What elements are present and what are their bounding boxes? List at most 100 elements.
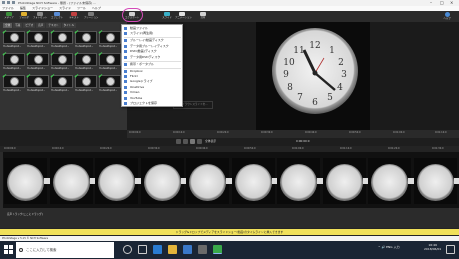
slide-thumbnail bbox=[52, 164, 90, 201]
export-menu-item[interactable]: Dropbox bbox=[122, 69, 183, 74]
timeline-slide[interactable] bbox=[140, 158, 187, 204]
toolbar-share-button[interactable]: 共有 bbox=[196, 11, 210, 22]
menu-item-icon bbox=[124, 85, 127, 89]
undo-icon[interactable] bbox=[12, 1, 15, 4]
transition-icon[interactable] bbox=[453, 178, 459, 184]
menu-tools[interactable]: ツール bbox=[77, 6, 86, 10]
view-mode-label[interactable]: 全体表示 bbox=[205, 139, 216, 143]
media-thumbnail[interactable]: ✔ bbox=[98, 74, 121, 88]
export-menu-item[interactable]: YouTube bbox=[122, 96, 183, 101]
system-tray[interactable]: ^ 🔊 ENG 入力 bbox=[378, 245, 400, 249]
edge-icon[interactable] bbox=[153, 245, 162, 254]
checkmark-icon: ✔ bbox=[50, 51, 56, 58]
toolbar-slide-button[interactable]: スライド bbox=[160, 11, 174, 22]
menu-file[interactable]: ファイル bbox=[2, 6, 14, 10]
media-thumbnail[interactable]: ✔ bbox=[74, 29, 97, 44]
explorer-icon[interactable] bbox=[168, 245, 177, 254]
export-menu-item[interactable]: 携帯・ポータブル bbox=[122, 62, 183, 67]
menu-item-icon bbox=[124, 96, 127, 100]
play-icon[interactable] bbox=[190, 139, 195, 144]
media-thumbnail[interactable]: ✔ bbox=[50, 51, 73, 66]
slide-thumbnail bbox=[325, 164, 363, 201]
export-menu-item[interactable]: ブルーレイ/動画ディスク bbox=[122, 38, 183, 43]
checkmark-icon: ✔ bbox=[74, 29, 80, 36]
taskbar-search-input[interactable]: ここに入力して検索 bbox=[16, 242, 114, 258]
timeline-slide[interactable] bbox=[322, 158, 369, 204]
toolbar-animation-button[interactable]: アニメーション bbox=[175, 11, 192, 22]
menu-slideshow[interactable]: スライドショー bbox=[32, 6, 53, 10]
timeline-slide[interactable] bbox=[413, 158, 459, 204]
tab-all[interactable]: 全体 bbox=[3, 23, 13, 28]
slide-thumbnail bbox=[143, 164, 181, 201]
menu-edit[interactable]: 編集 bbox=[20, 6, 26, 10]
taskbar-clock[interactable]: 16:49 2018/06/01 bbox=[424, 243, 441, 251]
tab-text[interactable]: テキスト bbox=[46, 23, 61, 28]
export-menu-item[interactable]: Vimeo bbox=[122, 90, 183, 95]
export-menu-item[interactable]: DVD(動画)ディスク bbox=[122, 49, 183, 54]
timeline-slide[interactable] bbox=[231, 158, 278, 204]
toolbar-folder-button[interactable]: フォルダ bbox=[17, 11, 31, 22]
next-icon[interactable] bbox=[197, 139, 202, 144]
menu-item-label: スライド(再生用) bbox=[130, 31, 154, 36]
audio-track-label[interactable]: 音声トラック(ここにドラッグ) bbox=[7, 212, 43, 216]
thumbnail-caption: Yo-desktopo2... bbox=[51, 67, 70, 70]
save-icon[interactable] bbox=[7, 1, 10, 4]
media-thumbnail[interactable]: ✔ bbox=[2, 74, 25, 88]
timeline-slide[interactable] bbox=[4, 158, 50, 204]
thumbnail-image bbox=[106, 55, 115, 64]
media-thumbnail[interactable]: ✔ bbox=[50, 74, 73, 88]
checkmark-icon: ✔ bbox=[74, 51, 80, 58]
export-menu-item[interactable]: OneDrive bbox=[122, 85, 183, 90]
timeline-slide[interactable] bbox=[186, 158, 232, 204]
tab-video[interactable]: ビデオ bbox=[23, 23, 36, 28]
cortana-icon[interactable] bbox=[123, 245, 132, 254]
tab-photos[interactable]: 写真 bbox=[13, 23, 23, 28]
timeline-slide[interactable] bbox=[95, 158, 141, 204]
store-icon[interactable] bbox=[183, 245, 192, 254]
timeline-slide[interactable] bbox=[277, 158, 323, 204]
previous-icon[interactable] bbox=[183, 139, 188, 144]
toolbar-narration-button[interactable]: ナレーション bbox=[84, 11, 98, 22]
svg-text:10: 10 bbox=[283, 58, 295, 68]
svg-text:3: 3 bbox=[341, 70, 347, 80]
preview-scrub-bar[interactable]: 0:00:00.0 0:00:10.0 0:00:20.0 0:00:30.0 … bbox=[127, 130, 459, 138]
media-thumbnail[interactable]: ✔ bbox=[98, 29, 121, 44]
checkmark-icon: ✔ bbox=[98, 29, 104, 36]
toolbar-media-button[interactable]: メディア bbox=[2, 11, 16, 22]
export-menu-item[interactable]: データ用DVDディスク bbox=[122, 55, 183, 60]
export-menu-item[interactable]: Googleドライブ bbox=[122, 79, 183, 84]
app-icon-taskbar[interactable] bbox=[198, 245, 207, 254]
media-thumbnail[interactable]: ✔ bbox=[26, 74, 49, 88]
media-thumbnail[interactable]: ✔ bbox=[50, 30, 73, 44]
export-menu-item[interactable]: プロジェクトを保存 bbox=[122, 101, 183, 106]
timeline-slide[interactable] bbox=[49, 158, 96, 204]
menu-item-icon bbox=[124, 91, 127, 95]
checkmark-icon: ✔ bbox=[26, 51, 32, 58]
toolbar-photoset-button[interactable]: フォトセット bbox=[33, 11, 47, 22]
menu-item-icon bbox=[124, 62, 127, 66]
media-thumbnail[interactable]: ✔ bbox=[26, 30, 49, 44]
menu-item-icon bbox=[124, 102, 127, 105]
notification-icon[interactable] bbox=[446, 245, 455, 254]
media-thumbnail[interactable]: ✔ bbox=[2, 52, 25, 66]
export-menu-item[interactable]: スライド(再生用) bbox=[122, 31, 183, 36]
toolbar-text-button[interactable]: テキスト bbox=[67, 11, 81, 22]
tab-audio[interactable]: 音声 bbox=[36, 23, 46, 28]
menu-help[interactable]: ヘルプ bbox=[92, 6, 101, 10]
timeline-slide[interactable] bbox=[368, 158, 414, 204]
toolbar-effect-button[interactable]: エフェクト bbox=[50, 11, 64, 22]
thumbnail-image bbox=[10, 77, 19, 86]
tab-title[interactable]: タイトル bbox=[61, 23, 77, 28]
media-thumbnail[interactable]: ✔ bbox=[74, 74, 97, 88]
photostage-taskbar-icon[interactable] bbox=[213, 245, 222, 254]
toolbar-help-button[interactable]: ヘルプ bbox=[440, 11, 454, 22]
media-thumbnail[interactable]: ✔ bbox=[2, 30, 25, 44]
windows-start-icon[interactable] bbox=[4, 245, 13, 254]
task-view-icon[interactable] bbox=[138, 245, 147, 254]
media-thumbnail[interactable]: ✔ bbox=[98, 52, 121, 66]
ruler-tick: 0:00:50.0 bbox=[244, 147, 256, 150]
skip-start-icon[interactable] bbox=[176, 139, 181, 144]
media-thumbnail[interactable]: ✔ bbox=[74, 51, 97, 66]
menu-slide[interactable]: スライド bbox=[59, 6, 71, 10]
media-thumbnail[interactable]: ✔ bbox=[26, 51, 49, 66]
